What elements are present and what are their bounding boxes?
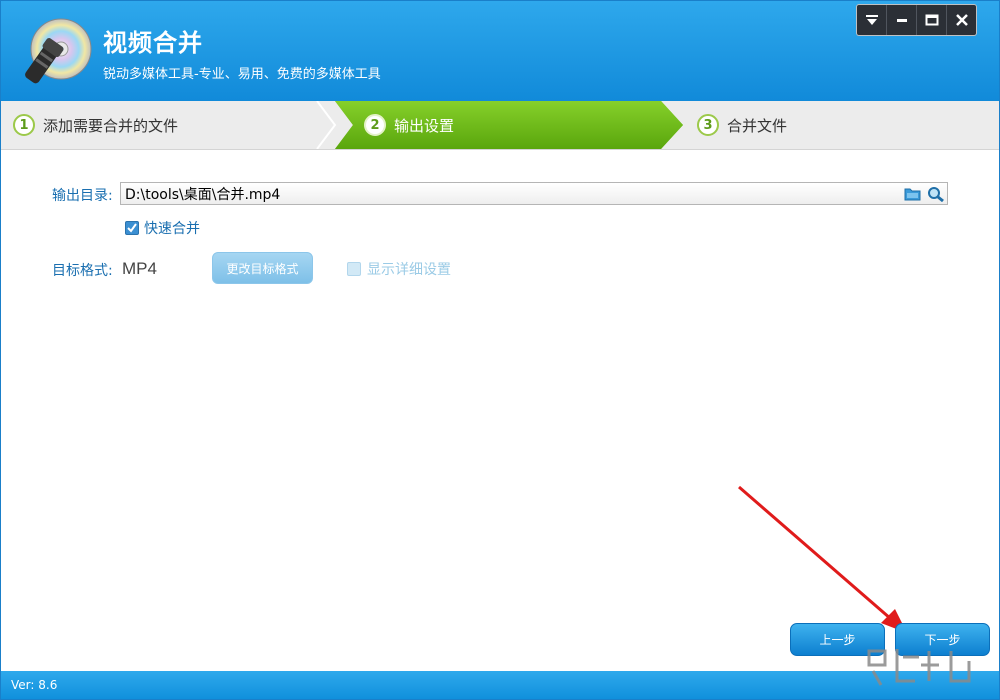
app-logo-icon bbox=[25, 18, 92, 84]
version-label: Ver: 8.6 bbox=[11, 678, 58, 692]
folder-icon[interactable] bbox=[904, 186, 922, 202]
step-output-settings[interactable]: 2 输出设置 bbox=[364, 101, 454, 149]
status-bar: Ver: 8.6 bbox=[1, 671, 999, 699]
window-controls bbox=[856, 4, 977, 36]
step-number: 2 bbox=[364, 114, 386, 136]
fast-merge-label[interactable]: 快速合并 bbox=[144, 218, 200, 238]
wizard-steps: 1 添加需要合并的文件 2 输出设置 3 合并文件 bbox=[1, 101, 999, 150]
step-number: 3 bbox=[697, 114, 719, 136]
search-icon[interactable] bbox=[927, 186, 945, 203]
show-details-label[interactable]: 显示详细设置 bbox=[367, 259, 451, 279]
fast-merge-checkbox[interactable] bbox=[125, 221, 139, 235]
output-dir-label: 输出目录: bbox=[52, 188, 113, 204]
title-bar[interactable]: 视频合并 锐动多媒体工具-专业、易用、免费的多媒体工具 bbox=[1, 1, 999, 101]
app-subtitle: 锐动多媒体工具-专业、易用、免费的多媒体工具 bbox=[103, 67, 381, 82]
output-path-input[interactable] bbox=[125, 184, 895, 203]
change-format-button[interactable]: 更改目标格式 bbox=[212, 252, 313, 284]
next-step-button[interactable]: 下一步 bbox=[895, 623, 990, 656]
minimize-icon[interactable] bbox=[887, 5, 917, 35]
step-merge-files[interactable]: 3 合并文件 bbox=[697, 101, 787, 149]
show-details-checkbox[interactable] bbox=[347, 262, 361, 276]
target-format-label: 目标格式: bbox=[52, 263, 113, 279]
maximize-icon[interactable] bbox=[917, 5, 947, 35]
step-add-files[interactable]: 1 添加需要合并的文件 bbox=[13, 101, 178, 149]
app-title: 视频合并 bbox=[103, 29, 203, 57]
close-icon[interactable] bbox=[947, 5, 976, 35]
step-label: 合并文件 bbox=[727, 116, 788, 135]
step-label: 输出设置 bbox=[394, 116, 455, 135]
menu-icon[interactable] bbox=[857, 5, 887, 35]
previous-step-button[interactable]: 上一步 bbox=[790, 623, 885, 656]
target-format-value: MP4 bbox=[122, 259, 157, 278]
step-label: 添加需要合并的文件 bbox=[43, 116, 179, 135]
output-path-field bbox=[120, 182, 948, 205]
app-window: 视频合并 锐动多媒体工具-专业、易用、免费的多媒体工具 1 添加需要合并的文件 … bbox=[0, 0, 1000, 700]
step-number: 1 bbox=[13, 114, 35, 136]
